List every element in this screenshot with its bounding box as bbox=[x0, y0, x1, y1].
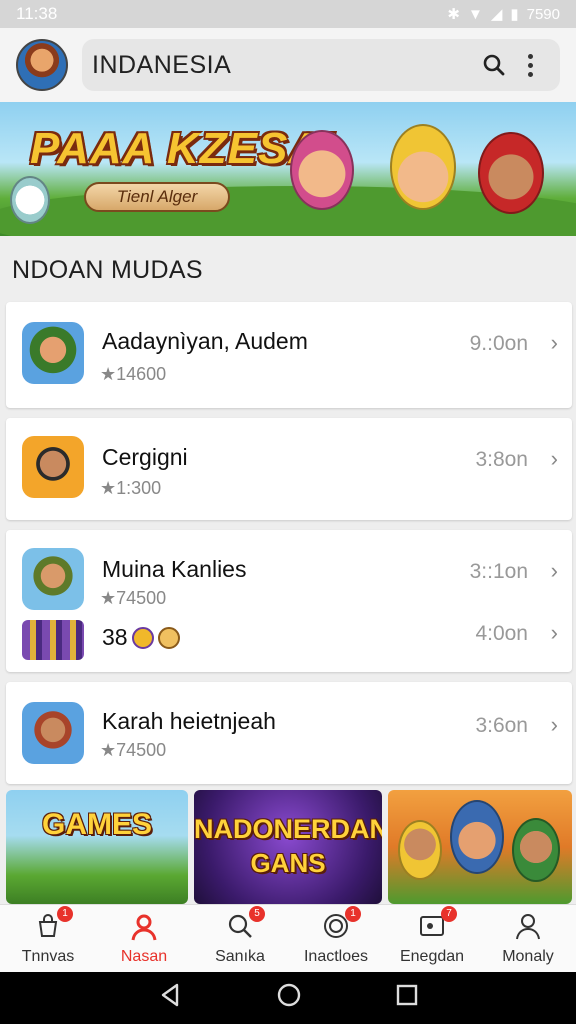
characters-tile[interactable] bbox=[388, 790, 572, 904]
nav-item-enegdan[interactable]: 7 Enegdan bbox=[384, 905, 480, 972]
wifi-icon: ▼ bbox=[467, 5, 483, 23]
game-time: 3:6on bbox=[475, 714, 528, 737]
search-bar[interactable]: INDANESIA bbox=[82, 39, 560, 91]
game-card[interactable]: Muina Kanlies ★74500 3::1on › 38 4:0on › bbox=[6, 530, 572, 672]
status-icons: ✱ ▼ ◢ ▮ 7590 bbox=[447, 5, 560, 24]
nav-badge: 1 bbox=[345, 906, 361, 922]
game-name: Karah heietnjeah bbox=[102, 708, 276, 734]
signal-icon: ◢ bbox=[490, 6, 503, 23]
tile-subtitle: GANS bbox=[250, 848, 326, 878]
promo-banner[interactable]: PAAA KZESA! Tienl Alger bbox=[0, 102, 576, 236]
app-bar: INDANESIA bbox=[0, 28, 576, 102]
game-time: 9.:0on bbox=[469, 332, 528, 355]
status-bar: 11:38 ✱ ▼ ◢ ▮ 7590 bbox=[0, 0, 576, 28]
nav-label: Monaly bbox=[502, 948, 554, 965]
nav-item-monaly[interactable]: Monaly bbox=[480, 905, 576, 972]
nav-item-inactloes[interactable]: 1 Inactloes bbox=[288, 905, 384, 972]
banner-character-4 bbox=[10, 176, 50, 224]
chevron-right-icon[interactable]: › bbox=[551, 620, 558, 646]
search-icon[interactable] bbox=[476, 47, 512, 83]
game-rating: ★14600 bbox=[100, 364, 167, 384]
more-menu-icon[interactable] bbox=[512, 47, 548, 83]
nav-label: Nasan bbox=[120, 948, 168, 965]
game-name-text: 38 bbox=[102, 624, 128, 650]
game-time: 3::1on bbox=[469, 560, 528, 583]
featured-tile[interactable]: NADONERDAN GANS bbox=[194, 790, 382, 904]
shopping-bag-icon: 1 bbox=[33, 906, 73, 942]
cookie-icon bbox=[157, 626, 180, 649]
game-time: 4:0on bbox=[475, 622, 528, 645]
region-title: INDANESIA bbox=[92, 50, 232, 79]
tile-character-2 bbox=[450, 800, 504, 874]
tile-title: GAMES bbox=[41, 808, 152, 841]
activity-icon: 1 bbox=[321, 906, 361, 942]
nav-label: Sanıka bbox=[215, 948, 265, 965]
nav-badge: 1 bbox=[57, 906, 73, 922]
avatar[interactable] bbox=[16, 39, 68, 91]
game-name: Muina Kanlies bbox=[102, 556, 247, 582]
games-tile[interactable]: GAMES bbox=[6, 790, 188, 904]
game-rating: ★1:300 bbox=[100, 478, 162, 498]
battery-level: 7590 bbox=[526, 5, 560, 23]
tile-title: NADONERDAN bbox=[194, 814, 382, 844]
nav-label: Enegdan bbox=[399, 948, 465, 965]
nav-badge: 7 bbox=[441, 906, 457, 922]
profile-icon bbox=[513, 912, 543, 942]
game-icon bbox=[22, 702, 84, 764]
chevron-right-icon[interactable]: › bbox=[551, 558, 558, 584]
game-icon bbox=[22, 548, 84, 610]
search-icon: 5 bbox=[225, 906, 265, 942]
game-card-icon: 7 bbox=[417, 906, 457, 942]
game-name: Cergigni bbox=[102, 444, 188, 470]
nav-badge: 5 bbox=[249, 906, 265, 922]
nav-item-tnnvas[interactable]: 1 Tnnvas bbox=[0, 905, 96, 972]
nav-label: Inactloes bbox=[303, 948, 369, 965]
game-card[interactable]: Karah heietnjeah ★74500 3:6on › bbox=[6, 682, 572, 784]
banner-character-1 bbox=[290, 130, 354, 210]
game-rating: ★74500 bbox=[100, 740, 167, 760]
recents-icon[interactable] bbox=[395, 983, 419, 1014]
game-name: 38 bbox=[102, 624, 180, 651]
nav-item-sanika[interactable]: 5 Sanıka bbox=[192, 905, 288, 972]
status-time: 11:38 bbox=[16, 4, 58, 23]
system-nav-bar bbox=[0, 972, 576, 1024]
chevron-right-icon[interactable]: › bbox=[551, 330, 558, 356]
game-card[interactable]: Cergigni ★1:300 3:8on › bbox=[6, 418, 572, 520]
nav-label: Tnnvas bbox=[21, 948, 75, 965]
back-icon[interactable] bbox=[157, 982, 183, 1015]
chevron-right-icon[interactable]: › bbox=[551, 712, 558, 738]
tile-character-3 bbox=[512, 818, 560, 882]
coin-icon bbox=[131, 626, 154, 649]
banner-character-3 bbox=[478, 132, 544, 214]
nav-item-nasan[interactable]: Nasan bbox=[96, 905, 192, 972]
game-icon bbox=[22, 620, 84, 660]
game-icon bbox=[22, 436, 84, 498]
bluetooth-icon: ✱ bbox=[447, 6, 460, 23]
game-name: Aadaynìyan, Audem bbox=[102, 328, 308, 354]
home-icon[interactable] bbox=[276, 982, 302, 1015]
tile-character-1 bbox=[398, 820, 442, 880]
banner-button[interactable]: Tienl Alger bbox=[84, 182, 230, 212]
banner-character-2 bbox=[390, 124, 456, 210]
game-rating: ★74500 bbox=[100, 588, 167, 608]
game-card[interactable]: Aadaynìyan, Audem ★14600 9.:0on › bbox=[6, 302, 572, 408]
game-icon bbox=[22, 322, 84, 384]
section-title: NDOAN MUDAS bbox=[12, 256, 203, 284]
bottom-nav: 1 Tnnvas Nasan 5 Sanıka 1 Inactloes 7 En… bbox=[0, 904, 576, 972]
person-icon bbox=[129, 912, 159, 942]
game-time: 3:8on bbox=[475, 448, 528, 471]
chevron-right-icon[interactable]: › bbox=[551, 446, 558, 472]
battery-icon: ▮ bbox=[510, 6, 519, 23]
